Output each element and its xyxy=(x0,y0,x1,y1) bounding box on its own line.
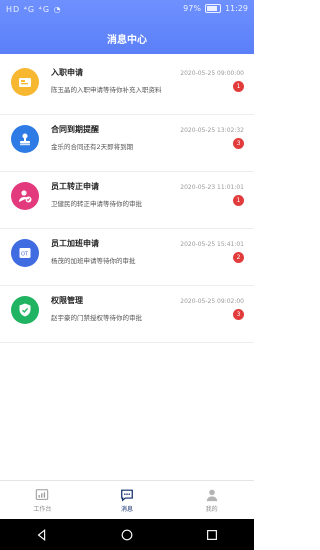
message-item-overtime[interactable]: OT 员工加班申请 杨茂的加班申请等待你的审批 2020-05-25 15:41… xyxy=(0,229,254,286)
message-item-contract[interactable]: 合同到期提醒 金乐的合同还有2天即将到期 2020-05-25 13:02:32… xyxy=(0,115,254,172)
user-icon xyxy=(206,489,217,501)
id-card-icon xyxy=(11,68,39,96)
verified-user-icon xyxy=(11,182,39,210)
message-desc: 卫健民的转正申请等待你的审批 xyxy=(51,200,142,208)
message-desc: 杨茂的加班申请等待你的审批 xyxy=(51,257,136,265)
message-desc: 陈玉晶的入职申请等待你补充入职资料 xyxy=(51,86,162,94)
shield-check-icon xyxy=(11,296,39,324)
message-time: 2020-05-25 13:02:32 xyxy=(180,127,244,134)
unread-badge: 1 xyxy=(233,81,244,92)
tab-label: 消息 xyxy=(121,505,134,513)
message-item-permission[interactable]: 权限管理 赵宇豪的门禁授权等待你的审批 2020-05-25 09:02:00 … xyxy=(0,286,254,343)
dashboard-icon xyxy=(36,488,49,500)
message-title: 员工转正申请 xyxy=(51,182,99,191)
message-title: 员工加班申请 xyxy=(51,239,99,248)
message-time: 2020-05-25 09:02:00 xyxy=(180,298,244,305)
svg-text:OT: OT xyxy=(21,252,29,258)
status-bar: HD ⁴G ⁴G ◔ 97% 11:29 xyxy=(0,0,254,22)
message-time: 2020-05-23 11:01:01 xyxy=(180,184,244,191)
message-icon xyxy=(121,489,133,502)
tab-label: 我的 xyxy=(205,505,218,513)
unread-badge: 1 xyxy=(233,195,244,206)
message-desc: 金乐的合同还有2天即将到期 xyxy=(51,143,134,151)
message-title: 入职申请 xyxy=(51,68,83,77)
header: HD ⁴G ⁴G ◔ 97% 11:29 消息中心 xyxy=(0,0,254,54)
unread-badge: 3 xyxy=(233,309,244,320)
message-time: 2020-05-25 15:41:01 xyxy=(180,241,244,248)
message-title: 权限管理 xyxy=(51,296,83,305)
bottom-tab-bar: 工作台 消息 我的 xyxy=(0,480,254,519)
tab-profile[interactable]: 我的 xyxy=(169,481,254,519)
unread-badge: 2 xyxy=(233,252,244,263)
message-list: 入职申请 陈玉晶的入职申请等待你补充入职资料 2020-05-25 09:00:… xyxy=(0,58,254,343)
message-title: 合同到期提醒 xyxy=(51,125,99,134)
tab-label: 工作台 xyxy=(33,505,52,513)
stamp-icon xyxy=(11,125,39,153)
home-icon[interactable] xyxy=(120,528,134,542)
tab-messages[interactable]: 消息 xyxy=(85,481,170,519)
battery-percent: 97% xyxy=(183,4,201,13)
unread-badge: 3 xyxy=(233,138,244,149)
recents-icon[interactable] xyxy=(205,528,219,542)
back-icon[interactable] xyxy=(35,528,49,542)
signal-indicators: HD ⁴G ⁴G ◔ xyxy=(6,5,62,14)
tab-workbench[interactable]: 工作台 xyxy=(0,481,85,519)
message-item-regularization[interactable]: 员工转正申请 卫健民的转正申请等待你的审批 2020-05-23 11:01:0… xyxy=(0,172,254,229)
message-item-onboarding[interactable]: 入职申请 陈玉晶的入职申请等待你补充入职资料 2020-05-25 09:00:… xyxy=(0,58,254,115)
message-time: 2020-05-25 09:00:00 xyxy=(180,70,244,77)
message-desc: 赵宇豪的门禁授权等待你的审批 xyxy=(51,314,142,322)
page-title: 消息中心 xyxy=(107,35,147,46)
status-right: 97% 11:29 xyxy=(183,4,248,13)
overtime-icon: OT xyxy=(11,239,39,267)
battery-icon xyxy=(204,4,221,13)
system-nav-bar xyxy=(0,519,254,550)
clock: 11:29 xyxy=(224,4,248,13)
